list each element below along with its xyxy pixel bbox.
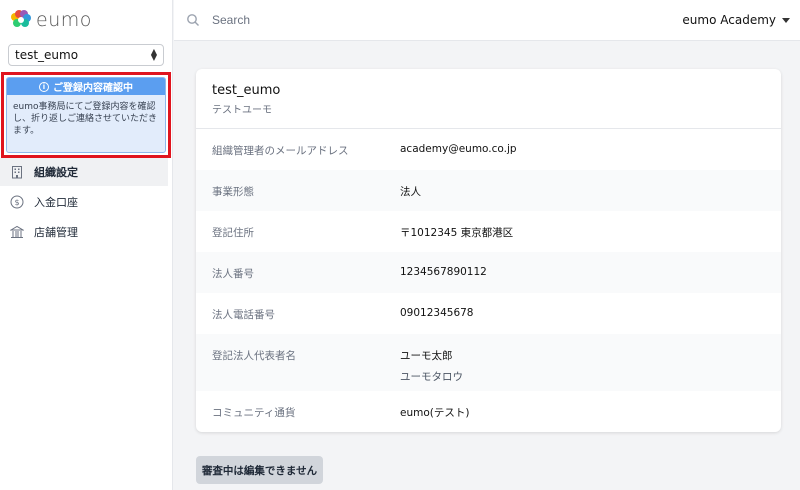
detail-label: コミュニティ通貨 <box>212 407 296 419</box>
detail-value: 1234567890112 <box>400 266 487 278</box>
sidebar-item-label: 入金口座 <box>34 196 78 209</box>
detail-label: 法人電話番号 <box>212 309 275 321</box>
organization-select-value: test_eumo <box>15 48 79 62</box>
select-arrows-icon: ▲ ▼ <box>150 47 157 62</box>
detail-row-representative-name: 登記法人代表者名 ユーモ太郎 ユーモタロウ <box>196 334 781 391</box>
logo[interactable]: eumo <box>10 8 92 32</box>
detail-label: 登記法人代表者名 <box>212 350 296 362</box>
sidebar-item-store-management[interactable]: 店舗管理 <box>0 218 168 246</box>
card-header: test_eumo テストユーモ <box>196 69 781 129</box>
sidebar-item-organization-settings[interactable]: 組織設定 <box>0 158 168 186</box>
organization-select[interactable]: test_eumo ▲ ▼ <box>8 44 164 66</box>
detail-value: 〒1012345 東京都港区 <box>400 227 514 239</box>
detail-label: 登記住所 <box>212 227 254 239</box>
organization-name-kana: テストユーモ <box>212 105 272 116</box>
notice-header: i ご登録内容確認中 <box>7 78 165 95</box>
edit-disabled-button[interactable]: 審査中は編集できません <box>196 456 323 484</box>
svg-text:$: $ <box>14 198 19 207</box>
caret-down-icon <box>782 17 790 23</box>
detail-row-registered-address: 登記住所 〒1012345 東京都港区 <box>196 211 781 252</box>
detail-row-admin-email: 組織管理者のメールアドレス academy@eumo.co.jp <box>196 129 781 170</box>
search-icon <box>187 14 199 26</box>
sidebar-nav: 組織設定 $ 入金口座 店舗管理 <box>0 158 168 248</box>
detail-value-kana: ユーモタロウ <box>400 371 463 383</box>
account-menu[interactable]: eumo Academy <box>682 13 790 27</box>
store-icon <box>10 225 24 239</box>
detail-value: academy@eumo.co.jp <box>400 143 517 155</box>
registration-review-notice: i ご登録内容確認中 eumo事務局にてご登録内容を確認し、折り返しご連絡させて… <box>6 77 166 153</box>
detail-value: 法人 <box>400 186 421 198</box>
detail-value: 09012345678 <box>400 307 474 319</box>
detail-label: 法人番号 <box>212 268 254 280</box>
logo-text: eumo <box>36 9 92 31</box>
sidebar-item-label: 組織設定 <box>34 166 78 179</box>
detail-row-community-currency: コミュニティ通貨 eumo(テスト) <box>196 391 781 432</box>
detail-row-corporate-number: 法人番号 1234567890112 <box>196 252 781 293</box>
info-icon: i <box>39 81 49 92</box>
sidebar-item-label: 店舗管理 <box>34 226 78 239</box>
detail-label: 組織管理者のメールアドレス <box>212 145 349 157</box>
topbar: eumo Academy <box>174 0 800 41</box>
detail-value-group: ユーモ太郎 ユーモタロウ <box>400 348 463 384</box>
details-list: 組織管理者のメールアドレス academy@eumo.co.jp 事業形態 法人… <box>196 129 781 432</box>
sidebar: eumo test_eumo ▲ ▼ i ご登録内容確認中 eumo事務局にてご登… <box>0 0 173 490</box>
organization-name: test_eumo <box>212 83 281 98</box>
account-name: eumo Academy <box>682 13 776 27</box>
organization-details-card: test_eumo テストユーモ 組織管理者のメールアドレス academy@e… <box>196 69 781 432</box>
detail-row-business-type: 事業形態 法人 <box>196 170 781 211</box>
sidebar-item-deposit-account[interactable]: $ 入金口座 <box>0 188 168 216</box>
detail-value: ユーモ太郎 <box>400 350 453 362</box>
notice-title: ご登録内容確認中 <box>53 83 133 94</box>
detail-row-phone-number: 法人電話番号 09012345678 <box>196 293 781 334</box>
detail-value: eumo(テスト) <box>400 407 470 419</box>
detail-label: 事業形態 <box>212 186 254 198</box>
dollar-icon: $ <box>10 195 24 209</box>
eumo-logo-icon <box>11 10 31 27</box>
highlight-box: i ご登録内容確認中 eumo事務局にてご登録内容を確認し、折り返しご連絡させて… <box>1 72 171 158</box>
search-input[interactable] <box>212 13 412 27</box>
building-icon <box>10 165 24 179</box>
notice-body: eumo事務局にてご登録内容を確認し、折り返しご連絡させていただきます。 <box>13 102 158 136</box>
